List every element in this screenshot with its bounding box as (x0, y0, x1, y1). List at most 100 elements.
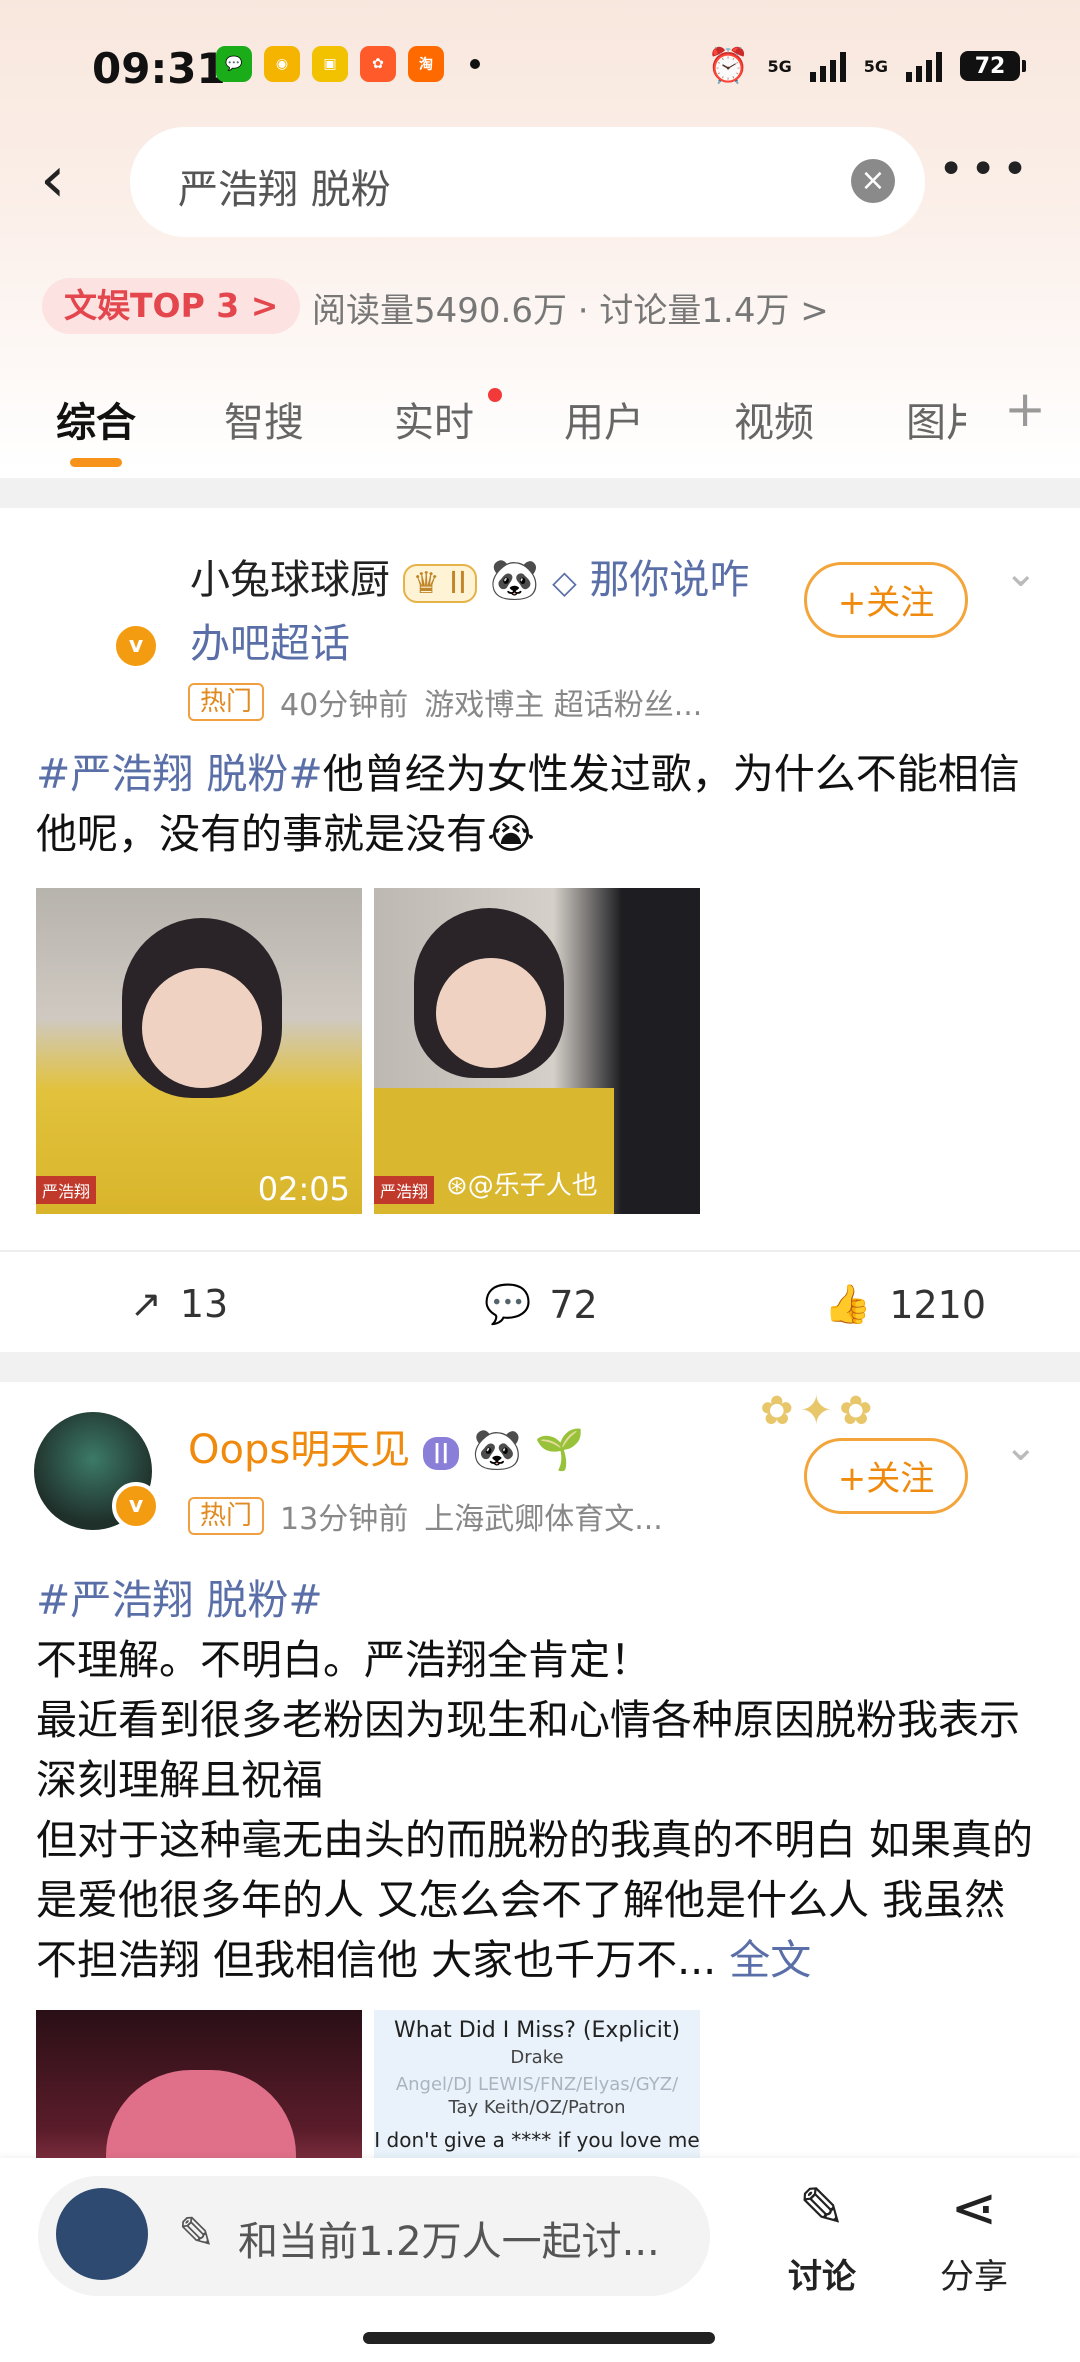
hot-badge: 热门 (188, 1497, 265, 1535)
follow-button[interactable]: +关注 (804, 1438, 968, 1514)
repost-count: 13 (179, 1282, 229, 1326)
chevron-down-icon[interactable]: ⌄ (1004, 550, 1038, 596)
app-icon: ▣ (312, 46, 348, 82)
edit-icon: ✎ (798, 2176, 846, 2241)
person-face-shape (436, 958, 546, 1068)
verified-badge: v (112, 622, 160, 670)
topic-rank-badge[interactable]: 文娱TOP 3 > (42, 278, 301, 334)
video-label: 严浩翔 (374, 1176, 435, 1204)
video-label: 严浩翔 (36, 1176, 97, 1204)
notification-icons: 💬 ◉ ▣ ✿ 淘 (216, 46, 480, 82)
weibo-icon: ◉ (264, 46, 300, 82)
back-button[interactable]: ‹ (40, 148, 90, 212)
song-artist: Drake (510, 2047, 564, 2068)
tab-smart-search[interactable]: 智搜 (224, 390, 304, 448)
add-tab-icon[interactable]: + (1004, 380, 1046, 438)
tab-comprehensive[interactable]: 综合 (56, 390, 136, 448)
lyrics-image[interactable]: What Did I Miss? (Explicit) Drake Angel/… (374, 2010, 700, 2158)
member-badge-icon: II (422, 1437, 460, 1470)
search-input[interactable]: 严浩翔 脱粉 (178, 157, 391, 215)
hot-badge: 热门 (188, 683, 265, 721)
status-time: 09:31 (92, 44, 226, 93)
signal-icon (906, 50, 942, 82)
crown-badge-icon: ♛ II (402, 564, 477, 603)
sprout-icon: 🌱 (534, 1427, 585, 1473)
tab-indicator (70, 458, 122, 467)
user-name[interactable]: Oops明天见 II 🐼 🌱 (188, 1420, 584, 1484)
network-label: 5G (863, 56, 888, 76)
user-avatar (56, 2188, 148, 2280)
post-line: 但对于这种毫无由头的而脱粉的我真的不明白 如果真的是爱他很多年的人 又怎么会不了… (36, 1816, 1034, 1984)
person-hair-shape (106, 2070, 296, 2158)
follow-button[interactable]: +关注 (804, 562, 968, 638)
post-line: 不理解。不明白。严浩翔全肯定！ (36, 1636, 651, 1684)
topic-link[interactable]: #严浩翔 脱粉# (36, 750, 323, 798)
discuss-button[interactable]: ✎ 讨论 (762, 2176, 882, 2298)
full-text-link[interactable]: 全文 (729, 1936, 811, 1984)
song-credits: Angel/DJ LEWIS/FNZ/Elyas/GYZ/ (395, 2074, 679, 2095)
taobao-icon: 淘 (408, 46, 444, 82)
share-icon: ⋖ (950, 2176, 998, 2241)
repost-button[interactable]: ↗ 13 (130, 1282, 228, 1326)
share-label: 分享 (940, 2257, 1008, 2297)
comment-button[interactable]: 💬 72 (484, 1282, 598, 1327)
discussion-placeholder: 和当前1.2万人一起讨... (238, 2219, 660, 2265)
home-indicator (363, 2332, 715, 2344)
post-card[interactable]: v 小兔球球厨 ♛ II 🐼 ◇ 那你说咋办吧超话 +关注 ⌄ 热门 40分钟前… (0, 508, 1080, 1350)
song-title: What Did I Miss? (Explicit) (393, 2018, 681, 2043)
like-count: 1210 (889, 1282, 987, 1327)
post-source: 游戏博主 超话粉丝... (424, 688, 703, 723)
post-card[interactable]: v Oops明天见 II 🐼 🌱 ✿✦✿ +关注 ⌄ 热门 13分钟前 上海武卿… (0, 1382, 1080, 2158)
verified-badge: v (112, 1482, 160, 1530)
topic-link[interactable]: #严浩翔 脱粉# (36, 1570, 1046, 1630)
divider (0, 1352, 1080, 1382)
system-icons: ⏰ 5G 5G 72 (707, 46, 1026, 86)
video-duration: 02:05 (257, 1170, 350, 1208)
video-thumbnail[interactable]: 严浩翔 02:05 (36, 888, 362, 1214)
post-image[interactable] (36, 2010, 362, 2158)
post-text: #严浩翔 脱粉#他曾经为女性发过歌，为什么不能相信他呢，没有的事就是没有😭 (36, 744, 1046, 864)
comment-icon: 💬 (484, 1282, 532, 1326)
discussion-input[interactable]: ✎ 和当前1.2万人一起讨... (38, 2176, 710, 2296)
post-time: 13分钟前 (280, 1502, 409, 1537)
post-actions: ↗ 13 💬 72 👍 1210 (0, 1250, 1080, 1352)
lyric-line: I don't give a **** if you love me (374, 2128, 700, 2152)
thumbs-up-icon: 👍 (824, 1282, 872, 1326)
share-button[interactable]: ⋖ 分享 (914, 2176, 1034, 2298)
tab-users[interactable]: 用户 (564, 390, 644, 448)
network-label: 5G (767, 56, 792, 76)
post-line: 最近看到很多老粉因为现生和心情各种原因脱粉我表示深刻理解且祝福 (36, 1696, 1020, 1804)
search-bar[interactable]: 严浩翔 脱粉 × (130, 127, 925, 237)
watermark: ⊛@乐子人也 (446, 1171, 598, 1201)
discuss-label: 讨论 (788, 2257, 856, 2297)
post-time: 40分钟前 (280, 688, 409, 723)
watermark-text: @乐子人也 (467, 1171, 598, 1201)
share-icon: ↗ (130, 1282, 162, 1326)
post-image[interactable]: 严浩翔 ⊛@乐子人也 (374, 888, 700, 1214)
divider (0, 478, 1080, 508)
wechat-icon: 💬 (216, 46, 252, 82)
tab-bar: 综合 智搜 实时 用户 视频 图片 + (0, 370, 1080, 470)
person-face-shape (142, 968, 262, 1088)
topic-stats[interactable]: 阅读量5490.6万 · 讨论量1.4万 > (312, 283, 829, 332)
panda-icon: 🐼 (489, 557, 540, 603)
more-icon[interactable]: ••• (938, 148, 1034, 192)
post-meta: 热门 40分钟前 游戏博主 超话粉丝... (188, 680, 702, 724)
battery-icon: 72 (960, 51, 1026, 81)
pencil-icon: ✎ (178, 2208, 215, 2259)
clear-icon[interactable]: × (851, 159, 895, 203)
battery-level: 72 (974, 53, 1006, 79)
user-name-text[interactable]: Oops明天见 (188, 1427, 410, 1473)
post-text: #严浩翔 脱粉# 不理解。不明白。严浩翔全肯定！ 最近看到很多老粉因为现生和心情… (36, 1570, 1046, 1990)
post-meta: 热门 13分钟前 上海武卿体育文... (188, 1494, 663, 1538)
chevron-down-icon[interactable]: ⌄ (1004, 1424, 1038, 1470)
diamond-icon: ◇ (552, 563, 577, 601)
user-name[interactable]: 小兔球球厨 ♛ II 🐼 ◇ 那你说咋办吧超话 (190, 550, 770, 674)
alarm-icon: ⏰ (707, 46, 750, 86)
tab-realtime[interactable]: 实时 (394, 390, 474, 448)
app-icon: ✿ (360, 46, 396, 82)
user-name-text[interactable]: 小兔球球厨 (190, 557, 390, 603)
like-button[interactable]: 👍 1210 (824, 1282, 986, 1327)
tab-images[interactable]: 图片 (906, 390, 966, 448)
tab-videos[interactable]: 视频 (734, 390, 814, 448)
